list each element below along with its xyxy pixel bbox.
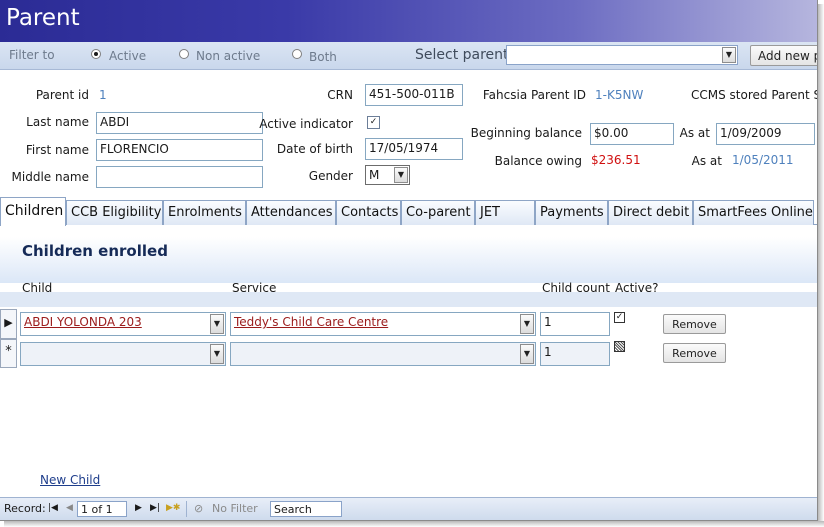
first-name-label: First name — [25, 143, 89, 157]
record-navigation-bar: Record: |◀ ◀ 1 of 1 ▶ ▶| ▶✱ ⊘ No Filter … — [0, 497, 817, 520]
filter-label: Filter to — [9, 48, 55, 62]
remove-button-row-2[interactable]: Remove — [663, 343, 726, 363]
column-header-child-count: Child count — [542, 281, 610, 295]
parent-id-value: 1 — [96, 86, 178, 106]
crn-label: CRN — [327, 88, 353, 102]
first-record-icon[interactable]: |◀ — [48, 503, 58, 513]
chevron-down-icon[interactable]: ▼ — [722, 47, 736, 63]
new-record-icon[interactable]: ▶✱ — [166, 503, 180, 513]
chevron-down-icon[interactable]: ▼ — [394, 167, 408, 183]
child-count-row-2[interactable]: 1 — [540, 342, 610, 366]
tab-strip: Children CCB Eligibility Enrolments Atte… — [0, 197, 817, 226]
tab-contacts[interactable]: Contacts — [336, 200, 401, 225]
chevron-down-icon[interactable]: ▼ — [210, 314, 224, 334]
ccms-parent-label: CCMS stored Parent Ser — [691, 88, 817, 102]
child-combo-row-2[interactable]: ▼ — [20, 342, 226, 366]
service-combo-row-1[interactable]: Teddy's Child Care Centre ▼ — [230, 312, 536, 336]
no-filter-label[interactable]: No Filter — [212, 502, 258, 515]
middle-name-label: Middle name — [11, 170, 89, 184]
as-at-label-2: As at — [691, 154, 722, 168]
no-filter-icon: ⊘ — [194, 502, 204, 515]
parent-id-label: Parent id — [35, 88, 89, 102]
fahcsia-parent-id-value: 1-K5NW — [595, 88, 644, 102]
tab-jet[interactable]: JET — [475, 200, 535, 225]
filter-both-radio[interactable] — [292, 49, 302, 59]
select-parent-combo[interactable]: ▼ — [506, 45, 738, 65]
tab-payments[interactable]: Payments — [535, 200, 608, 225]
row-selector-current[interactable]: ▶ — [0, 309, 17, 339]
child-count-row-1[interactable]: 1 — [540, 312, 610, 336]
beginning-balance-label: Beginning balance — [470, 126, 582, 140]
dob-field[interactable]: 17/05/1974 — [365, 138, 463, 160]
search-field[interactable]: Search — [270, 501, 342, 517]
balance-owing-value: $236.51 — [588, 151, 672, 171]
column-header-service: Service — [232, 281, 277, 295]
last-name-field[interactable]: ABDI — [96, 112, 263, 134]
form-title: Parent — [6, 5, 80, 31]
new-child-link[interactable]: New Child — [40, 473, 100, 487]
tab-attendances[interactable]: Attendances — [246, 200, 336, 225]
window-shadow-right — [818, 4, 824, 527]
column-header-child: Child — [22, 281, 53, 295]
dob-label: Date of birth — [276, 142, 353, 156]
child-value-row-1[interactable]: ABDI YOLONDA 203 — [24, 315, 142, 329]
row-selector-new[interactable]: * — [0, 339, 17, 368]
tab-children[interactable]: Children — [0, 197, 66, 226]
record-position-field[interactable]: 1 of 1 — [77, 501, 127, 517]
first-name-field[interactable]: FLORENCIO — [96, 139, 263, 161]
chevron-down-icon[interactable]: ▼ — [520, 314, 534, 334]
tab-direct-debit[interactable]: Direct debit — [608, 200, 693, 225]
last-record-icon[interactable]: ▶| — [150, 503, 160, 513]
gender-combo[interactable]: M ▼ — [365, 165, 410, 185]
remove-button-row-1[interactable]: Remove — [663, 314, 726, 334]
gender-label: Gender — [308, 169, 353, 183]
access-form-window: Parent Filter to Active Non active Both … — [0, 0, 818, 521]
form-header: Parent — [0, 0, 817, 42]
record-label: Record: — [4, 502, 46, 515]
tab-smartfees-online[interactable]: SmartFees Online — [693, 200, 814, 225]
middle-name-field[interactable] — [96, 166, 263, 188]
filter-active-label[interactable]: Active — [109, 49, 146, 63]
service-value-row-1[interactable]: Teddy's Child Care Centre — [234, 315, 388, 329]
balance-owing-label: Balance owing — [494, 154, 582, 168]
beginning-balance-field[interactable]: $0.00 — [590, 123, 674, 145]
column-header-active: Active? — [615, 281, 659, 295]
active-checkbox-row-2[interactable] — [614, 341, 625, 352]
tab-co-parent[interactable]: Co-parent — [401, 200, 475, 225]
filter-both-label[interactable]: Both — [309, 50, 337, 64]
filter-bar: Filter to Active Non active Both Select … — [0, 42, 817, 70]
chevron-down-icon[interactable]: ▼ — [520, 344, 534, 364]
tab-ccb-eligibility[interactable]: CCB Eligibility — [66, 200, 163, 225]
service-combo-row-2[interactable]: ▼ — [230, 342, 536, 366]
column-header-strip — [0, 292, 817, 307]
as-at-value-2: 1/05/2011 — [732, 153, 794, 167]
active-checkbox-row-1[interactable]: ✓ — [614, 312, 625, 323]
select-parent-label: Select parent — [415, 47, 509, 63]
as-at-field-1[interactable]: 1/09/2009 — [716, 123, 815, 145]
filter-nonactive-label[interactable]: Non active — [196, 49, 260, 63]
active-indicator-checkbox[interactable]: ✓ — [367, 116, 380, 129]
active-indicator-label: Active indicator — [259, 117, 353, 131]
as-at-label-1: As at — [679, 126, 710, 140]
children-enrolled-title: Children enrolled — [22, 242, 168, 260]
crn-field[interactable]: 451-500-011B — [365, 84, 463, 106]
fahcsia-parent-id-label: Fahcsia Parent ID — [482, 88, 586, 102]
last-name-label: Last name — [26, 115, 89, 129]
filter-nonactive-radio[interactable] — [179, 49, 189, 59]
next-record-icon[interactable]: ▶ — [135, 503, 142, 513]
tab-enrolments[interactable]: Enrolments — [163, 200, 246, 225]
window-shadow-bottom — [4, 521, 824, 527]
filter-active-radio[interactable] — [91, 49, 101, 59]
add-new-parent-button[interactable]: Add new pa — [750, 45, 817, 66]
gender-value: M — [369, 168, 380, 182]
child-combo-row-1[interactable]: ABDI YOLONDA 203 ▼ — [20, 312, 226, 336]
previous-record-icon[interactable]: ◀ — [66, 503, 73, 513]
chevron-down-icon[interactable]: ▼ — [210, 344, 224, 364]
